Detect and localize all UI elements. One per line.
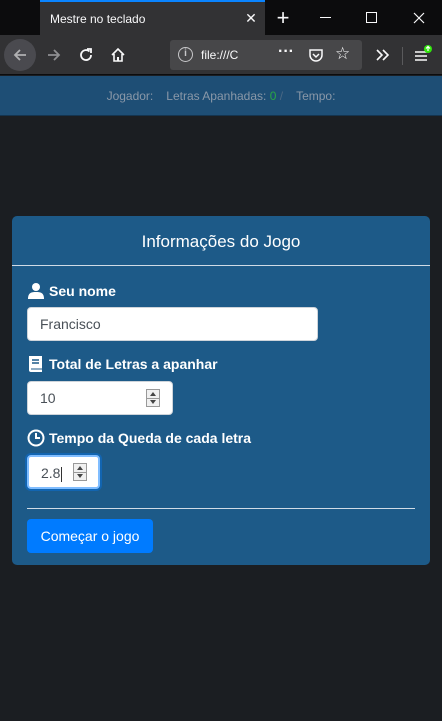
maximize-button[interactable]: [348, 0, 394, 35]
book-icon: [29, 356, 42, 372]
score-value: 0: [269, 88, 277, 103]
letters-spinner[interactable]: [146, 389, 160, 407]
clock-icon: [27, 429, 45, 447]
score-separator: /: [279, 88, 284, 103]
home-icon: [111, 47, 125, 62]
hamburger-icon: [415, 45, 432, 61]
minimize-button[interactable]: [302, 0, 348, 35]
minimize-icon: [319, 16, 331, 18]
tab-title: Mestre no teclado: [50, 12, 146, 26]
tab-close-icon[interactable]: ✕: [243, 10, 259, 26]
maximize-icon: [365, 12, 377, 23]
time-label-text: Tempo da Queda de cada letra: [49, 430, 252, 446]
tab-bar: Mestre no teclado ✕ +: [0, 0, 442, 35]
navigation-bar: i file:///C ··· ☆: [0, 35, 442, 75]
fall-time-input[interactable]: 2.8: [27, 455, 100, 489]
window-close-button[interactable]: [396, 0, 442, 35]
letters-count-input[interactable]: 10: [27, 381, 173, 415]
game-status-bar: Jogador: Letras Apanhadas: 0 / Tempo:: [0, 76, 442, 116]
reload-button[interactable]: [70, 39, 102, 71]
form-divider: [27, 508, 415, 509]
arrow-right-icon: [48, 49, 61, 61]
browser-tab[interactable]: Mestre no teclado ✕: [40, 0, 265, 35]
close-icon: [413, 12, 425, 23]
forward-button[interactable]: [38, 39, 70, 71]
page-content: Jogador: Letras Apanhadas: 0 / Tempo: In…: [0, 76, 442, 721]
app-menu-button[interactable]: [406, 39, 438, 71]
fall-time-value: 2.8: [41, 465, 61, 481]
letters-count-value: 10: [40, 390, 56, 406]
page-actions-icon[interactable]: ···: [278, 43, 294, 61]
letters-label: Total de Letras a apanhar: [27, 355, 218, 373]
chevron-double-right-icon: [376, 49, 390, 61]
name-label-text: Seu nome: [49, 283, 116, 299]
letters-caught-label: Letras Apanhadas: 0 /: [166, 89, 283, 103]
home-button[interactable]: [102, 39, 134, 71]
reload-icon: [80, 48, 92, 61]
title-divider: [12, 265, 430, 266]
name-label: Seu nome: [27, 282, 116, 300]
info-icon[interactable]: i: [178, 47, 193, 62]
game-info-card: Informações do Jogo Seu nome Francisco T…: [12, 216, 430, 565]
fall-time-spinner[interactable]: [73, 463, 87, 481]
back-button[interactable]: [4, 39, 36, 71]
text-caret: [61, 466, 63, 482]
time-label: Tempo:: [296, 88, 336, 103]
bookmark-star-icon[interactable]: ☆: [335, 44, 350, 64]
new-tab-button[interactable]: +: [260, 0, 306, 35]
arrow-left-icon: [13, 49, 26, 61]
start-game-button[interactable]: Começar o jogo: [27, 519, 153, 553]
card-title: Informações do Jogo: [141, 232, 301, 251]
letters-label-text: Total de Letras a apanhar: [49, 356, 218, 372]
letters-label-text: Letras Apanhadas:: [166, 88, 267, 103]
name-input[interactable]: Francisco: [27, 307, 318, 341]
player-label: Jogador:: [106, 88, 154, 103]
pocket-icon[interactable]: [308, 47, 324, 63]
user-icon: [28, 283, 44, 299]
url-text[interactable]: file:///C: [201, 48, 245, 62]
time-label-row: Tempo da Queda de cada letra: [27, 429, 251, 447]
toolbar-divider: [402, 47, 403, 65]
overflow-menu-button[interactable]: [366, 39, 398, 71]
url-bar[interactable]: i file:///C ··· ☆: [170, 40, 362, 70]
